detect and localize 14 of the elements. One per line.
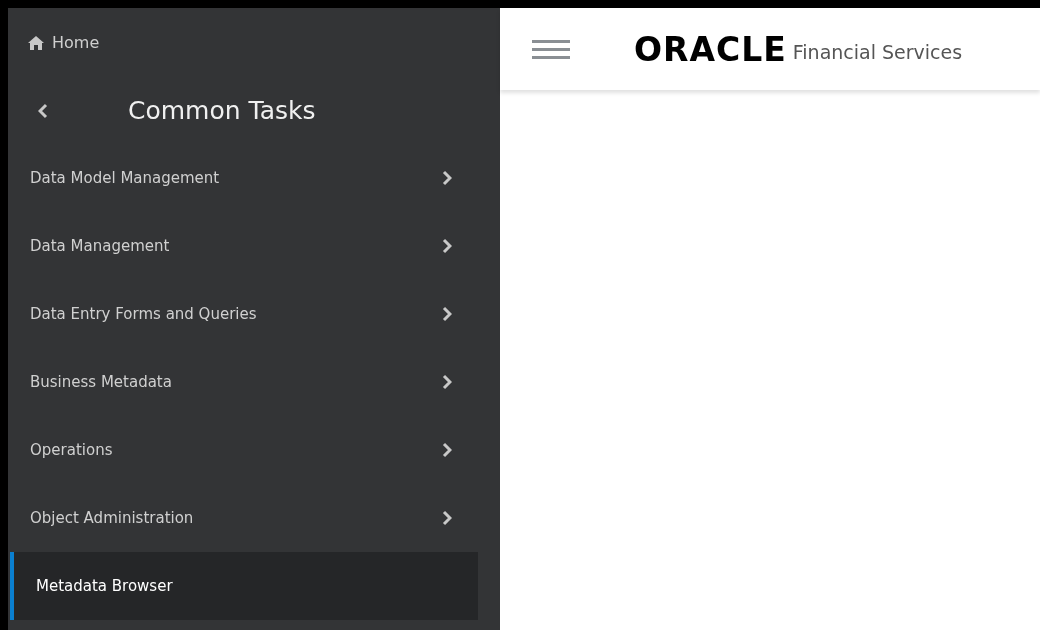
- product-name: Financial Services: [792, 39, 963, 65]
- menu-item[interactable]: Data Entry Forms and Queries: [8, 280, 476, 348]
- logo: ORACLE: [634, 32, 787, 66]
- menu-item[interactable]: Data Management: [8, 212, 476, 280]
- menu-icon[interactable]: [532, 38, 570, 60]
- menu-item[interactable]: Object Administration: [8, 484, 476, 552]
- menu-item[interactable]: Business Metadata: [8, 348, 476, 416]
- menu-item[interactable]: Metadata Browser: [10, 552, 478, 620]
- panel-title: Common Tasks: [128, 95, 316, 128]
- menu-item[interactable]: Operations: [8, 416, 476, 484]
- menu-item[interactable]: Data Model Management: [8, 144, 476, 212]
- home-icon[interactable]: [28, 36, 44, 50]
- home-link[interactable]: Home: [52, 31, 100, 55]
- back-chevron-icon[interactable]: [38, 103, 48, 119]
